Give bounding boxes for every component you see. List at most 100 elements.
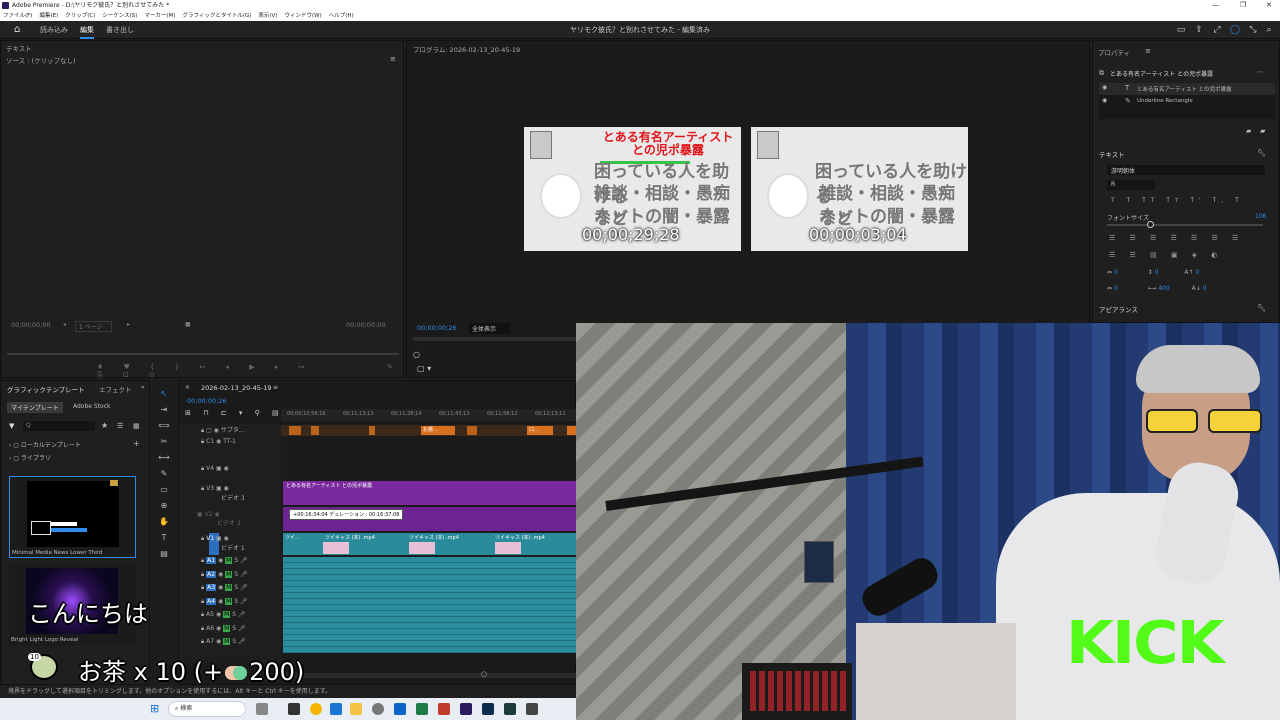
excel-icon[interactable] bbox=[416, 703, 428, 715]
premiere-icon[interactable] bbox=[460, 703, 472, 715]
close-tab-icon[interactable]: × bbox=[185, 384, 190, 391]
layer-row[interactable]: ◉ T とある有名アーティスト との児ポ暴露 bbox=[1099, 83, 1275, 95]
add-icon[interactable]: + bbox=[133, 439, 140, 448]
source-tab[interactable]: テキスト bbox=[6, 43, 32, 53]
tab-graphic-templates[interactable]: グラフィックテンプレート bbox=[7, 384, 85, 394]
source-settings-icon[interactable]: ✎ bbox=[387, 363, 393, 371]
v3-graphic-clip[interactable]: とある有名アーティスト との児ポ暴露 bbox=[283, 481, 577, 505]
filter-icon[interactable]: ▼ bbox=[9, 422, 14, 430]
caption-icon[interactable]: ▤ bbox=[154, 546, 174, 562]
monitor-settings-icon[interactable]: ▢ ▾ bbox=[417, 364, 431, 373]
track-header-a5[interactable]: 🔒︎ A5 ◉ M S 🎤︎ bbox=[201, 611, 248, 625]
track-header-a1[interactable]: 🔒︎ A1 ◉ M S 🎤︎ bbox=[201, 557, 248, 571]
sync-icon[interactable]: ◯ bbox=[1230, 25, 1240, 35]
grid-view-icon[interactable]: ▦ bbox=[133, 422, 140, 430]
page-select[interactable]: 1 ページ bbox=[75, 321, 112, 332]
kerning-row-1[interactable]: ⇔ 0 ↕ 0 A↑ 0 bbox=[1107, 269, 1199, 276]
track-header-c1[interactable]: 🔒︎ C1 ◉ TT-1 bbox=[201, 438, 236, 446]
panel-overflow-icon[interactable]: » bbox=[141, 384, 145, 391]
search-icon[interactable]: ⌕ bbox=[1264, 25, 1274, 35]
track-header-a6[interactable]: 🔒︎ A6 ◉ M S 🎤︎ bbox=[201, 624, 248, 639]
tree-library[interactable]: › ▢ ライブラリ bbox=[9, 453, 51, 462]
list-view-icon[interactable]: ☰ bbox=[117, 422, 123, 430]
chrome-icon[interactable] bbox=[310, 703, 322, 715]
tab-effects[interactable]: エフェクト bbox=[99, 384, 132, 394]
justify-buttons[interactable]: ☰ ☰ ▤ ▣ ◈ ◐ bbox=[1109, 251, 1223, 259]
fullscreen-icon[interactable]: ⤢ bbox=[1212, 25, 1222, 35]
menu-window[interactable]: ウィンドウ(W) bbox=[284, 11, 321, 21]
program-frame-1[interactable]: とある有名アーティスト との児ポ暴露 困っている人を助ける 雑談・相談・愚痴など… bbox=[524, 127, 741, 251]
menu-edit[interactable]: 編集(E) bbox=[39, 11, 58, 21]
expand-icon[interactable]: ⤡ bbox=[1248, 25, 1258, 35]
outlook-icon[interactable] bbox=[394, 703, 406, 715]
taskbar-user-icon[interactable] bbox=[256, 703, 268, 715]
taskview-icon[interactable] bbox=[288, 703, 300, 715]
tab-edit[interactable]: 編集 bbox=[80, 21, 94, 39]
text-section-header[interactable]: テキスト bbox=[1099, 149, 1125, 159]
caption-track[interactable]: お悪… 口… bbox=[281, 425, 577, 436]
menu-sequence[interactable]: シーケンス(S) bbox=[102, 11, 137, 21]
track-header-a4[interactable]: 🔒︎ A4 ◉ M S 🎤︎ bbox=[201, 597, 248, 612]
program-scrubber[interactable] bbox=[413, 337, 583, 341]
template-search-input[interactable]: Q bbox=[23, 421, 95, 431]
page-prev-icon[interactable]: ◂ bbox=[63, 321, 66, 328]
menu-graphics[interactable]: グラフィックとタイトル(G) bbox=[182, 11, 251, 21]
v1-clip-track[interactable]: ツイ… ツイキャス (本) .mp4 ツイキャス (本) .mp4 ツイキャス … bbox=[283, 533, 577, 555]
panel-menu-icon[interactable]: ≡ bbox=[273, 384, 278, 391]
photoshop-icon[interactable] bbox=[482, 703, 494, 715]
timeline-hscroll[interactable] bbox=[281, 673, 577, 678]
track-header-v2[interactable]: ▣ V2 ◉ ビデオ 2 bbox=[197, 511, 241, 527]
rectangle-icon[interactable]: ▭ bbox=[154, 482, 174, 498]
menu-clip[interactable]: クリップ(C) bbox=[65, 11, 95, 21]
appearance-section-header[interactable]: アピアランス bbox=[1099, 304, 1138, 314]
app-icon[interactable] bbox=[526, 703, 538, 715]
font-size-slider-handle[interactable] bbox=[1147, 221, 1154, 228]
close-button[interactable]: ✕ bbox=[1266, 0, 1272, 11]
track-header-a2[interactable]: 🔒︎ A2 ◉ M S 🎤︎ bbox=[201, 570, 248, 585]
menu-marker[interactable]: マーカー(M) bbox=[144, 11, 175, 21]
folder-icon[interactable]: ▰ bbox=[1246, 127, 1251, 135]
folder-icon[interactable] bbox=[350, 703, 362, 715]
stop-icon[interactable]: ■ bbox=[185, 321, 191, 328]
layout-icon[interactable]: ▭ bbox=[1176, 25, 1186, 35]
new-layer-icon[interactable]: ▰ bbox=[1260, 127, 1265, 135]
font-size-value[interactable]: 106 bbox=[1255, 213, 1266, 220]
tab-export[interactable]: 書き出し bbox=[106, 21, 134, 39]
caption-clip[interactable]: お悪… bbox=[421, 426, 455, 435]
slip-icon[interactable]: ⟷ bbox=[154, 450, 174, 466]
eye-icon[interactable]: ◉ bbox=[1102, 84, 1107, 91]
tab-import[interactable]: 読み込み bbox=[40, 21, 68, 39]
type-icon[interactable]: T bbox=[154, 530, 174, 546]
subtab-my-templates[interactable]: マイテンプレート bbox=[7, 402, 63, 413]
maximize-button[interactable]: ❐ bbox=[1240, 0, 1246, 11]
star-icon[interactable]: ★ bbox=[101, 421, 108, 430]
settings-icon[interactable] bbox=[372, 703, 384, 715]
hand-icon[interactable]: ✋ bbox=[154, 514, 174, 530]
scroll-handle-icon[interactable]: ○ bbox=[481, 670, 487, 678]
wrench-icon[interactable]: 🔧︎ bbox=[1257, 304, 1266, 312]
selection-tool-icon[interactable]: ↖ bbox=[154, 386, 174, 402]
playhead-icon[interactable]: ○ bbox=[413, 350, 420, 359]
kerning-row-2[interactable]: ⇔ 0 ⟷ 400 A↓ 0 bbox=[1107, 285, 1207, 292]
zoom-select[interactable]: 全体表示 bbox=[469, 323, 511, 334]
razor-icon[interactable]: ✂ bbox=[154, 434, 174, 450]
ripple-edit-icon[interactable]: ⟺ bbox=[154, 418, 174, 434]
subtab-adobe-stock[interactable]: Adobe Stock bbox=[69, 402, 115, 411]
track-select-icon[interactable]: ⇥ bbox=[154, 402, 174, 418]
track-header-a3[interactable]: 🔒︎ A3 ◉ M S 🎤︎ bbox=[201, 584, 248, 598]
share-icon[interactable]: ⇪ bbox=[1194, 25, 1204, 35]
panel-menu-icon[interactable]: ≡ bbox=[1145, 47, 1151, 55]
program-frame-2[interactable]: 困っている人を助ける 雑談・相談・愚痴など ネットの闇・暴露 00;00;03;… bbox=[751, 127, 968, 251]
zoom-icon[interactable]: ⊕ bbox=[154, 498, 174, 514]
sequence-tab[interactable]: 2026-02-13_20-45-19 bbox=[201, 384, 272, 392]
track-header-v3[interactable]: 🔒︎ V3 ▣ ◉ ビデオ 3 bbox=[201, 485, 245, 502]
start-icon[interactable]: ⊞ bbox=[150, 703, 159, 715]
menu-view[interactable]: 表示(V) bbox=[258, 11, 277, 21]
program-timecode[interactable]: 00;00;00;26 bbox=[417, 324, 457, 332]
eye-icon[interactable]: ◉ bbox=[1102, 97, 1107, 104]
wrench-icon[interactable]: 🔧︎ bbox=[1257, 149, 1266, 157]
track-header-a7[interactable]: 🔒︎ A7 ◉ M S 🎤︎ bbox=[201, 638, 248, 652]
menu-file[interactable]: ファイル(F) bbox=[3, 11, 32, 21]
font-select[interactable]: 游明朝体 bbox=[1107, 165, 1265, 175]
minimize-button[interactable]: — bbox=[1212, 0, 1219, 11]
